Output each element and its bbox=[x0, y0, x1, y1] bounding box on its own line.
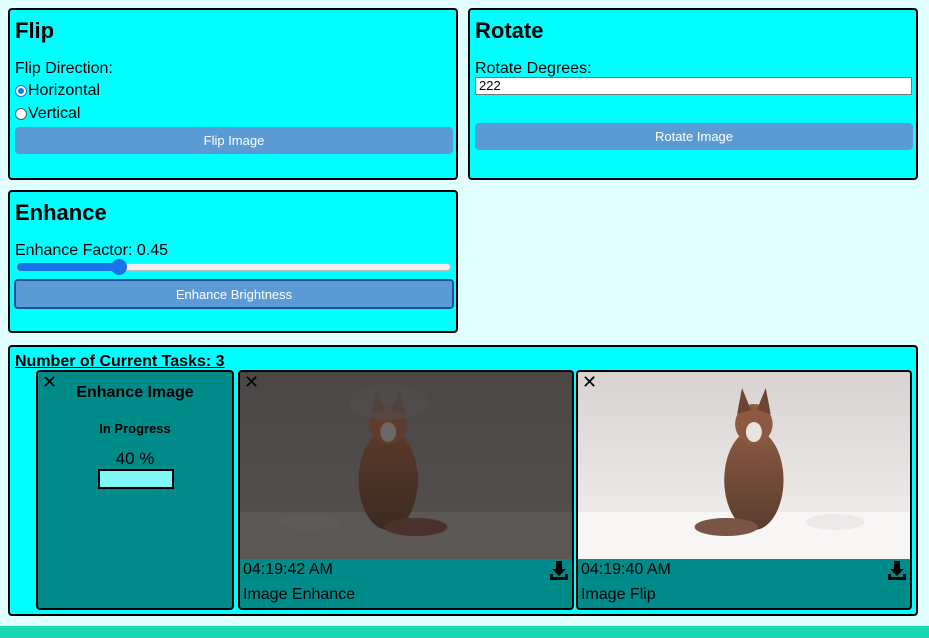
task-type-label: Image Flip bbox=[581, 586, 656, 603]
flip-direction-label: Flip Direction: bbox=[15, 60, 113, 77]
task-timestamp: 04:19:40 AM bbox=[581, 561, 671, 578]
result-image-flip bbox=[578, 372, 910, 559]
download-icon[interactable] bbox=[887, 560, 907, 582]
vertical-label: Vertical bbox=[28, 105, 81, 122]
progress-bar-fill bbox=[100, 471, 129, 487]
horizontal-label: Horizontal bbox=[28, 82, 101, 99]
enhance-factor-label: Enhance Factor: 0.45 bbox=[15, 242, 168, 259]
progress-text: 40 % bbox=[115, 449, 155, 468]
task-status: In Progress bbox=[99, 421, 171, 436]
horizontal-radio[interactable] bbox=[15, 85, 27, 97]
slider-fill bbox=[17, 263, 119, 271]
rotate-degrees-label: Rotate Degrees: bbox=[475, 60, 592, 77]
download-icon[interactable] bbox=[549, 560, 569, 582]
rotate-title: Rotate bbox=[475, 18, 544, 43]
rotate-degrees-input[interactable]: 222 bbox=[475, 77, 912, 95]
vertical-radio[interactable] bbox=[15, 108, 27, 120]
close-icon[interactable]: ✕ bbox=[244, 373, 259, 391]
task-type-label: Image Enhance bbox=[243, 586, 356, 603]
flip-panel: Flip Flip Direction: Horizontal Vertical… bbox=[8, 8, 458, 180]
result-image-enhance bbox=[240, 372, 572, 559]
flip-title: Flip bbox=[15, 18, 55, 43]
rotate-panel: Rotate Rotate Degrees: 222 Rotate Image bbox=[468, 8, 918, 180]
task-card-enhance-result: ✕ 04:19:42 AM Image Enhance bbox=[238, 370, 574, 610]
enhance-factor-slider[interactable] bbox=[16, 259, 451, 275]
current-tasks-header: Number of Current Tasks: 3 bbox=[15, 353, 225, 370]
slider-thumb[interactable] bbox=[110, 259, 127, 275]
progress-bar bbox=[98, 469, 174, 489]
enhance-title: Enhance bbox=[15, 200, 107, 225]
rotate-image-button[interactable]: Rotate Image bbox=[475, 123, 913, 150]
bottom-bar bbox=[0, 626, 929, 638]
task-card-flip-result: ✕ 04:19:40 AM Image Flip bbox=[576, 370, 912, 610]
close-icon[interactable]: ✕ bbox=[582, 373, 597, 391]
flip-option-horizontal[interactable]: Horizontal bbox=[15, 82, 100, 100]
tasks-panel: Number of Current Tasks: 3 ✕ Enhance Ima… bbox=[8, 345, 918, 616]
enhance-panel: Enhance Enhance Factor: 0.45 Enhance Bri… bbox=[8, 190, 458, 333]
enhance-brightness-button[interactable]: Enhance Brightness bbox=[14, 279, 454, 309]
task-card-in-progress: ✕ Enhance Image In Progress 40 % bbox=[36, 370, 234, 610]
task-timestamp: 04:19:42 AM bbox=[243, 561, 333, 578]
flip-option-vertical[interactable]: Vertical bbox=[15, 105, 80, 123]
flip-image-button[interactable]: Flip Image bbox=[15, 127, 453, 154]
task-title: Enhance Image bbox=[76, 384, 194, 401]
